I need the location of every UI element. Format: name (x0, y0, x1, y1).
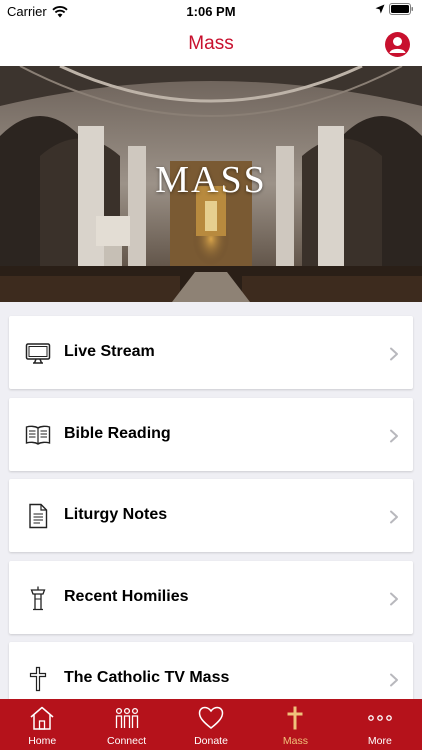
chevron-right-icon (390, 510, 398, 524)
home-icon (30, 706, 54, 730)
status-time: 1:06 PM (186, 4, 236, 19)
people-icon (115, 707, 138, 728)
menu-item-label: Live Stream (64, 343, 155, 360)
user-icon (389, 37, 406, 53)
profile-button[interactable] (385, 32, 410, 57)
battery-icon (389, 3, 413, 15)
tab-donate[interactable]: Donate (169, 699, 253, 750)
tab-more[interactable]: More (338, 699, 422, 750)
tab-label: Mass (282, 735, 308, 747)
tab-bar: Home Connect Donate Mass More (0, 699, 422, 750)
hero-banner: MASS (0, 66, 422, 302)
menu-item-live-stream[interactable]: Live Stream (9, 316, 413, 389)
page-title: Mass (188, 33, 234, 54)
tab-home[interactable]: Home (0, 699, 84, 750)
menu-item-label: Recent Homilies (64, 587, 189, 605)
heart-icon (198, 706, 224, 729)
hero-title: MASS (155, 159, 267, 201)
chevron-right-icon (390, 673, 398, 687)
tab-label: More (367, 735, 392, 747)
tab-label: Connect (107, 735, 147, 747)
status-bar: Carrier 1:06 PM (0, 0, 422, 22)
tv-icon (25, 343, 51, 364)
menu-item-recent-homilies[interactable]: Recent Homilies (9, 560, 413, 634)
menu-item-label: Liturgy Notes (64, 506, 168, 523)
book-icon (25, 425, 51, 445)
tab-label: Home (28, 735, 57, 747)
tab-label: Donate (194, 735, 228, 747)
chevron-right-icon (390, 429, 398, 442)
pulpit-icon (30, 586, 46, 610)
cross-icon (287, 706, 303, 730)
menu-item-bible-reading[interactable]: Bible Reading (9, 397, 413, 471)
cross-icon (29, 666, 47, 692)
document-icon (29, 503, 48, 529)
menu-item-label: The Catholic TV Mass (64, 669, 230, 686)
menu-list: Live Stream Bible Reading Liturgy Notes (9, 316, 413, 724)
status-right (375, 3, 414, 15)
nav-bar: Mass (0, 22, 422, 66)
chevron-right-icon (390, 592, 398, 605)
tab-connect[interactable]: Connect (84, 699, 168, 750)
tab-mass[interactable]: Mass (253, 699, 337, 750)
menu-item-liturgy-notes[interactable]: Liturgy Notes (9, 479, 413, 552)
menu-item-label: Bible Reading (64, 424, 171, 442)
location-arrow-icon (375, 4, 385, 14)
more-icon (367, 715, 392, 721)
chevron-right-icon (390, 347, 398, 361)
